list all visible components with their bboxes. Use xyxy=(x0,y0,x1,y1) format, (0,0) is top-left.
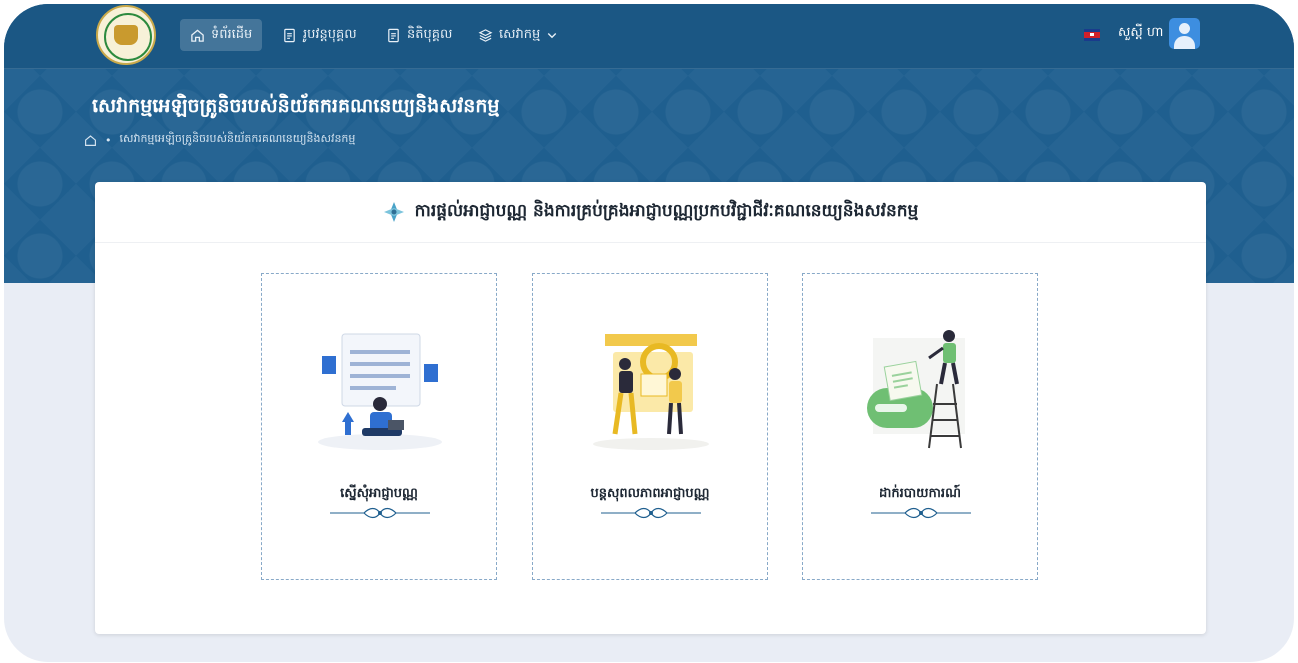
nav-natural-persons[interactable]: រូបវន្តបុគ្គល xyxy=(272,19,367,51)
logo-emblem[interactable] xyxy=(96,5,156,65)
cambodia-flag-icon[interactable] xyxy=(1084,29,1100,41)
layers-icon xyxy=(478,28,493,42)
service-renew-license-label: បន្តសុពលភាពអាជ្ញាបណ្ណ xyxy=(590,486,710,501)
card-header: ការផ្ដល់អាជ្ញាបណ្ណ និងការគ្រប់គ្រងអាជ្ញា… xyxy=(95,182,1206,243)
home-icon xyxy=(191,28,204,42)
user-avatar-icon[interactable] xyxy=(1169,18,1200,49)
breadcrumb-current: សេវាកម្មអេឡិចត្រូនិចរបស់និយ័តករគណនេយ្យនិ… xyxy=(119,132,356,145)
renew-license-illustration xyxy=(593,334,709,450)
user-greeting[interactable]: សួស្តី ហា xyxy=(1118,24,1163,43)
app-frame: ទំព័រដើម រូបវន្តបុគ្គល និតិបុគ្គល សេវាកម… xyxy=(4,4,1294,662)
ornament-divider-icon xyxy=(601,507,701,519)
diamond-ornament-icon xyxy=(383,202,404,222)
page-title: សេវាកម្មអេឡិចត្រូនិចរបស់និយ័តករគណនេយ្យនិ… xyxy=(92,95,500,117)
document-icon xyxy=(388,28,399,42)
ornament-divider-icon xyxy=(871,507,971,519)
nav-legal-entities-label: និតិបុគ្គល xyxy=(407,26,453,42)
breadcrumb: • សេវាកម្មអេឡិចត្រូនិចរបស់និយ័តករគណនេយ្យ… xyxy=(84,132,355,148)
breadcrumb-separator: • xyxy=(105,133,112,147)
apply-license-illustration xyxy=(318,333,442,450)
service-submit-report[interactable]: ដាក់របាយការណ៍ xyxy=(802,273,1038,580)
nav-legal-entities[interactable]: និតិបុគ្គល xyxy=(376,19,462,51)
chevron-down-icon xyxy=(548,33,557,39)
ornament-divider-icon xyxy=(330,507,430,519)
document-icon xyxy=(284,28,295,42)
service-submit-report-label: ដាក់របាយការណ៍ xyxy=(879,486,961,501)
service-apply-license-label: ស្នើសុំអាជ្ញាបណ្ណ xyxy=(340,486,418,501)
nav-services-label: សេវាកម្ម xyxy=(499,26,541,42)
top-navbar: ទំព័រដើម រូបវន្តបុគ្គល និតិបុគ្គល សេវាកម… xyxy=(4,4,1294,69)
service-renew-license[interactable]: បន្តសុពលភាពអាជ្ញាបណ្ណ xyxy=(532,273,768,580)
home-icon[interactable] xyxy=(84,134,97,147)
nav-services-dropdown[interactable]: សេវាកម្ម xyxy=(468,19,568,51)
nav-home-label: ទំព័រដើម xyxy=(211,26,253,42)
services-card: ការផ្ដល់អាជ្ញាបណ្ណ និងការគ្រប់គ្រងអាជ្ញា… xyxy=(95,182,1206,634)
submit-report-illustration xyxy=(867,330,965,449)
service-apply-license[interactable]: ស្នើសុំអាជ្ញាបណ្ណ xyxy=(261,273,497,580)
card-title: ការផ្ដល់អាជ្ញាបណ្ណ និងការគ្រប់គ្រងអាជ្ញា… xyxy=(414,200,919,221)
nav-home[interactable]: ទំព័រដើម xyxy=(180,19,263,51)
nav-natural-persons-label: រូបវន្តបុគ្គល xyxy=(303,26,357,42)
logo-crest xyxy=(114,25,138,45)
